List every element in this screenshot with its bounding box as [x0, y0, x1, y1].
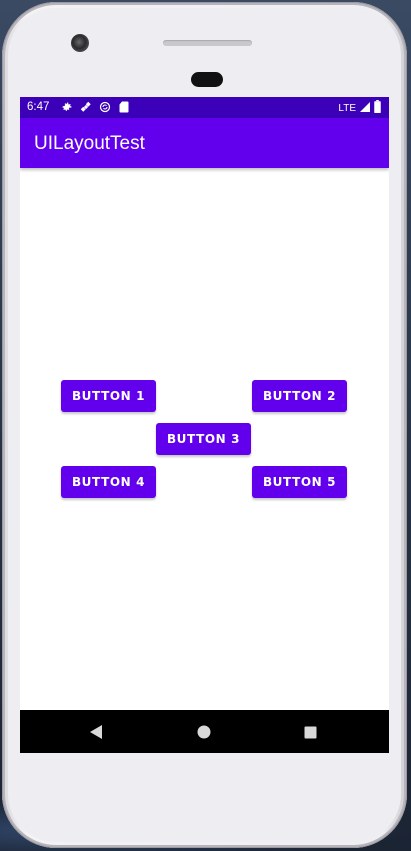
- network-type: LTE: [338, 102, 356, 114]
- status-icons-left: [60, 100, 130, 113]
- button-2[interactable]: BUTTON 2: [252, 380, 347, 412]
- back-icon[interactable]: [86, 722, 106, 742]
- navigation-bar: [20, 710, 389, 753]
- status-icons-right: LTE: [338, 100, 381, 116]
- status-time: 6:47: [27, 101, 50, 113]
- settings-icon: [60, 100, 73, 113]
- button-1[interactable]: BUTTON 1: [61, 380, 156, 412]
- device-screen: 6:47 LTE UILayoutTest BUTTON 1 BUTTON 2 …: [20, 97, 389, 753]
- button-4[interactable]: BUTTON 4: [61, 466, 156, 498]
- sd-card-icon: [117, 100, 130, 113]
- app-title: UILayoutTest: [34, 133, 145, 154]
- button-5[interactable]: BUTTON 5: [252, 466, 347, 498]
- earpiece-speaker: [163, 40, 252, 46]
- status-bar: 6:47 LTE: [20, 97, 389, 118]
- satellite-icon: [79, 100, 92, 113]
- sync-icon: [98, 100, 111, 113]
- app-bar: UILayoutTest: [20, 118, 389, 168]
- front-camera: [71, 34, 89, 52]
- button-3[interactable]: BUTTON 3: [156, 423, 251, 455]
- battery-icon: [374, 100, 381, 116]
- signal-icon: [359, 101, 371, 116]
- recents-icon[interactable]: [300, 722, 320, 742]
- proximity-sensor: [191, 72, 223, 87]
- home-icon[interactable]: [194, 722, 214, 742]
